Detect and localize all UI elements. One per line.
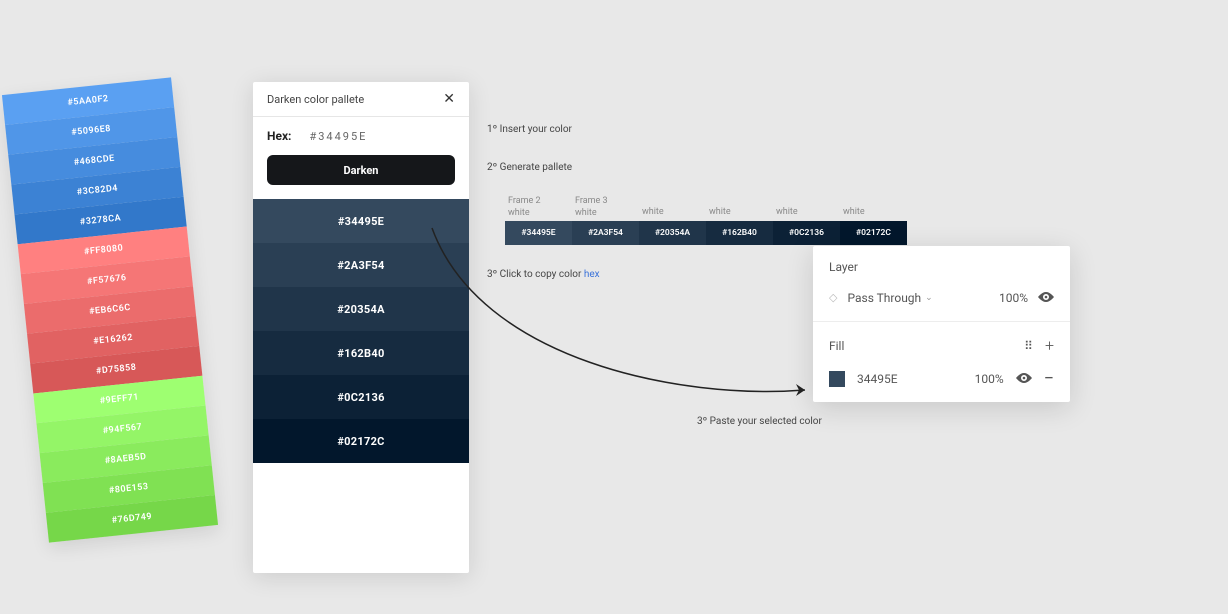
frame-chip[interactable]: #34495E — [505, 221, 572, 245]
plugin-panel: Darken color pallete ✕ Hex: #34495E Dark… — [253, 82, 469, 573]
eye-icon[interactable] — [1038, 288, 1054, 307]
step-2-label: 2º Generate pallete — [487, 162, 572, 173]
step-3-link[interactable]: hex — [584, 269, 600, 280]
fill-section: Fill ⠿ + 34495E 100% − — [813, 322, 1070, 402]
layer-section-title: Layer — [829, 260, 1054, 274]
add-fill-icon[interactable]: + — [1045, 336, 1054, 355]
frame-header-3: white — [642, 207, 664, 219]
remove-fill-icon[interactable]: − — [1044, 375, 1054, 382]
layer-opacity[interactable]: 100% — [999, 291, 1028, 305]
fill-row: 34495E 100% − — [829, 369, 1054, 388]
frame-chip[interactable]: #2A3F54 — [572, 221, 639, 245]
result-swatch[interactable]: #20354A — [253, 287, 469, 331]
frame-header-4: white — [709, 207, 731, 219]
plugin-footer — [253, 463, 469, 573]
inspector-panel: Layer ◇ Pass Through ⌄ 100% Fill ⠿ + 344… — [813, 246, 1070, 402]
frame-header-1a: Frame 2 — [508, 196, 541, 208]
frame-chip[interactable]: #0C2136 — [773, 221, 840, 245]
close-icon[interactable]: ✕ — [443, 92, 455, 106]
darken-button[interactable]: Darken — [267, 155, 455, 185]
hex-input[interactable]: #34495E — [309, 130, 367, 143]
plugin-header: Darken color pallete ✕ — [253, 82, 469, 117]
blend-mode-label: Pass Through — [847, 291, 921, 305]
fill-hex-input[interactable]: 34495E — [857, 372, 963, 386]
frame-chip[interactable]: #20354A — [639, 221, 706, 245]
plugin-title: Darken color pallete — [267, 93, 364, 106]
hex-row: Hex: #34495E — [253, 117, 469, 155]
eye-icon[interactable] — [1016, 369, 1032, 388]
step-4-label: 3º Paste your selected color — [697, 416, 822, 427]
fill-header: Fill ⠿ + — [829, 336, 1054, 355]
fill-section-title: Fill — [829, 339, 844, 353]
frame-chip[interactable]: #02172C — [840, 221, 907, 245]
blend-mode-row: ◇ Pass Through ⌄ 100% — [829, 288, 1054, 307]
frame-chip[interactable]: #162B40 — [706, 221, 773, 245]
arrow-icon — [420, 220, 830, 420]
result-swatch[interactable]: #162B40 — [253, 331, 469, 375]
chips-row: #34495E#2A3F54#20354A#162B40#0C2136#0217… — [505, 221, 907, 245]
frame-header-5: white — [776, 207, 798, 219]
frame-header-2: Frame 3 white — [575, 196, 608, 219]
step-3-label: 3º Click to copy color hex — [487, 269, 600, 280]
frame-header-2a: Frame 3 — [575, 196, 608, 208]
chevron-down-icon: ⌄ — [925, 293, 933, 303]
frame-header-2b: white — [575, 208, 608, 220]
darken-button-label: Darken — [344, 164, 379, 177]
step-3-prefix: 3º Click to copy color — [487, 269, 584, 280]
droplet-icon: ◇ — [829, 291, 837, 304]
result-list: #34495E#2A3F54#20354A#162B40#0C2136#0217… — [253, 199, 469, 463]
hex-label: Hex: — [267, 129, 291, 143]
tilted-palette: #5AA0F2#5096E8#468CDE#3C82D4#3278CA#FF80… — [2, 77, 218, 542]
result-swatch[interactable]: #0C2136 — [253, 375, 469, 419]
fill-opacity[interactable]: 100% — [975, 372, 1004, 386]
frame-header-1: Frame 2 white — [508, 196, 541, 219]
result-swatch[interactable]: #2A3F54 — [253, 243, 469, 287]
style-icon[interactable]: ⠿ — [1024, 339, 1031, 353]
layer-section: Layer ◇ Pass Through ⌄ 100% — [813, 246, 1070, 322]
frame-header-6: white — [843, 207, 865, 219]
fill-swatch[interactable] — [829, 371, 845, 387]
frame-header-1b: white — [508, 208, 541, 220]
result-swatch[interactable]: #34495E — [253, 199, 469, 243]
blend-mode-select[interactable]: Pass Through ⌄ — [847, 291, 989, 305]
step-1-label: 1º Insert your color — [487, 124, 572, 135]
result-swatch[interactable]: #02172C — [253, 419, 469, 463]
